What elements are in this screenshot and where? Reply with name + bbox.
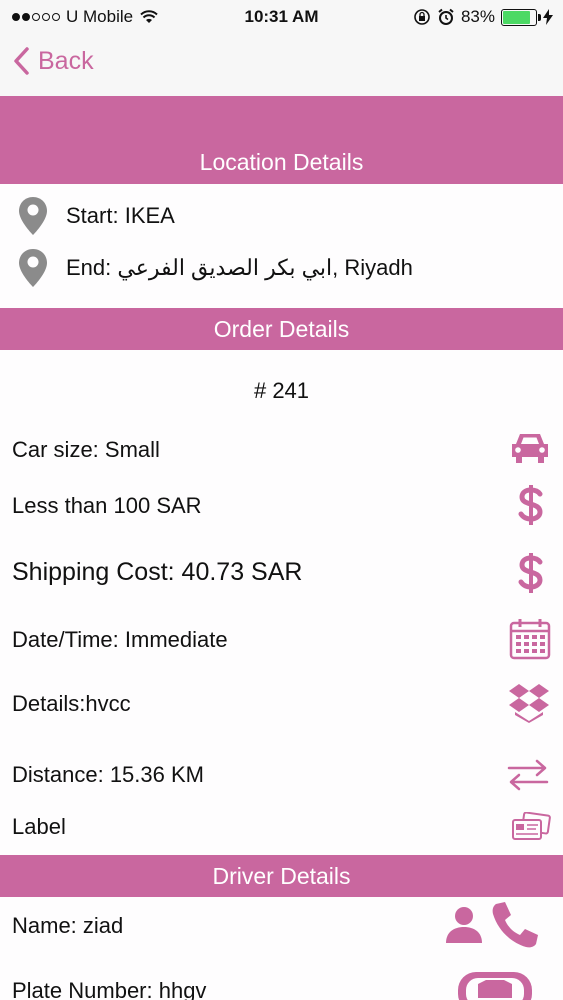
user-icon xyxy=(446,907,482,943)
label-text: Label xyxy=(12,814,66,839)
driver-name-text: Name: ziad xyxy=(12,913,124,938)
calendar-icon xyxy=(509,619,551,660)
distance-text: Distance: 15.36 KM xyxy=(12,762,204,787)
nav-bar: Back xyxy=(0,34,563,96)
map-pin-icon xyxy=(19,249,47,287)
charging-icon xyxy=(543,9,553,25)
plate-number-text: Plate Number: hhgv xyxy=(12,978,207,1000)
order-details-header: Order Details xyxy=(0,308,563,350)
phone-call-button[interactable] xyxy=(490,900,540,950)
package-icon xyxy=(509,684,549,723)
shipping-cost-text: Shipping Cost: 40.73 SAR xyxy=(12,558,303,586)
details-text: Details:hvcc xyxy=(12,691,131,716)
dollar-icon xyxy=(518,553,543,593)
end-value: ابي بكر الصديق الفرعي, Riyadh xyxy=(117,255,413,280)
back-label: Back xyxy=(38,46,94,75)
start-location-row: Start: IKEA xyxy=(18,196,175,236)
location-details-header: Location Details xyxy=(0,96,563,184)
car-icon xyxy=(512,434,548,463)
car-size-text: Car size: Small xyxy=(12,437,160,462)
label-cards-icon xyxy=(512,812,551,840)
arrows-left-right-icon xyxy=(507,759,549,791)
driver-details-header: Driver Details xyxy=(0,855,563,897)
car-plate-icon xyxy=(458,972,532,1000)
date-time-text: Date/Time: Immediate xyxy=(12,627,228,652)
end-label: End: xyxy=(66,255,112,280)
chevron-left-icon xyxy=(14,47,29,75)
dollar-icon xyxy=(518,485,543,525)
start-value: IKEA xyxy=(124,203,175,228)
battery-fill xyxy=(503,10,530,24)
alarm-icon xyxy=(438,8,454,25)
price-range-text: Less than 100 SAR xyxy=(12,493,202,518)
order-number: # 241 xyxy=(253,378,310,403)
battery-percent: 83% xyxy=(460,7,495,26)
battery-icon xyxy=(501,8,541,26)
orientation-lock-icon xyxy=(414,9,430,25)
end-location-row: End: ابي بكر الصديق الفرعي, Riyadh xyxy=(18,248,413,288)
map-pin-icon xyxy=(19,197,47,235)
status-bar: U Mobile 10:31 AM 83% xyxy=(0,0,563,34)
back-button[interactable]: Back xyxy=(12,46,94,76)
start-label: Start: xyxy=(66,203,119,228)
status-right: 83% xyxy=(413,7,553,27)
